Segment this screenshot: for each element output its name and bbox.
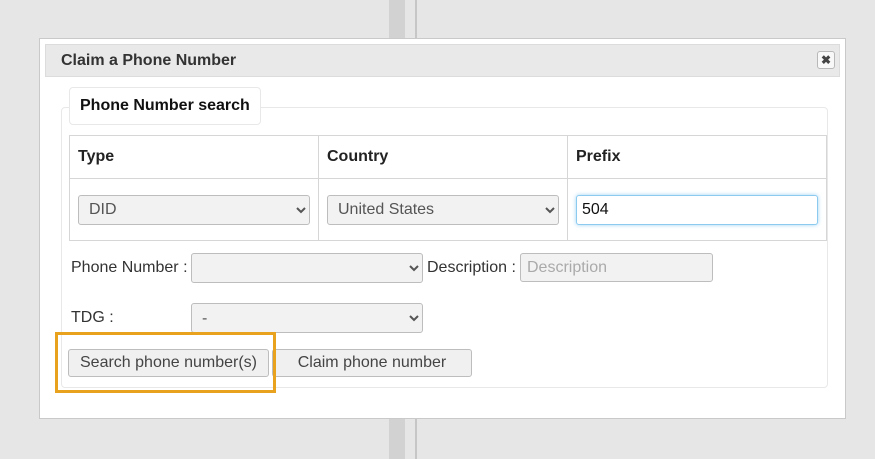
search-criteria-table: Type Country Prefix DID United States — [69, 135, 827, 241]
country-select[interactable]: United States — [327, 194, 559, 225]
phone-number-search-legend: Phone Number search — [69, 87, 261, 125]
claim-phone-number-dialog: Claim a Phone Number ✖ Phone Number sear… — [39, 38, 846, 419]
table-row: DID United States — [69, 178, 827, 241]
type-cell: DID — [69, 178, 319, 241]
close-icon: ✖ — [820, 53, 832, 67]
prefix-input[interactable] — [576, 194, 818, 225]
close-button[interactable]: ✖ — [817, 51, 835, 69]
tdg-select[interactable]: - — [191, 303, 423, 333]
column-header-country: Country — [318, 135, 568, 179]
phone-number-select[interactable] — [191, 253, 423, 283]
type-select[interactable]: DID — [78, 194, 310, 225]
claim-phone-number-button[interactable]: Claim phone number — [272, 349, 472, 377]
dialog-title: Claim a Phone Number — [61, 52, 237, 69]
country-cell: United States — [318, 178, 568, 241]
prefix-cell — [567, 178, 827, 241]
phone-number-label: Phone Number : — [71, 259, 188, 276]
table-header-row: Type Country Prefix — [69, 135, 827, 179]
search-phone-numbers-button[interactable]: Search phone number(s) — [68, 349, 269, 377]
dialog-titlebar[interactable]: Claim a Phone Number ✖ — [45, 44, 840, 77]
column-header-prefix: Prefix — [567, 135, 827, 179]
column-header-type: Type — [69, 135, 319, 179]
description-input[interactable] — [520, 253, 713, 282]
tdg-label: TDG : — [71, 309, 114, 326]
description-label: Description : — [427, 259, 516, 276]
